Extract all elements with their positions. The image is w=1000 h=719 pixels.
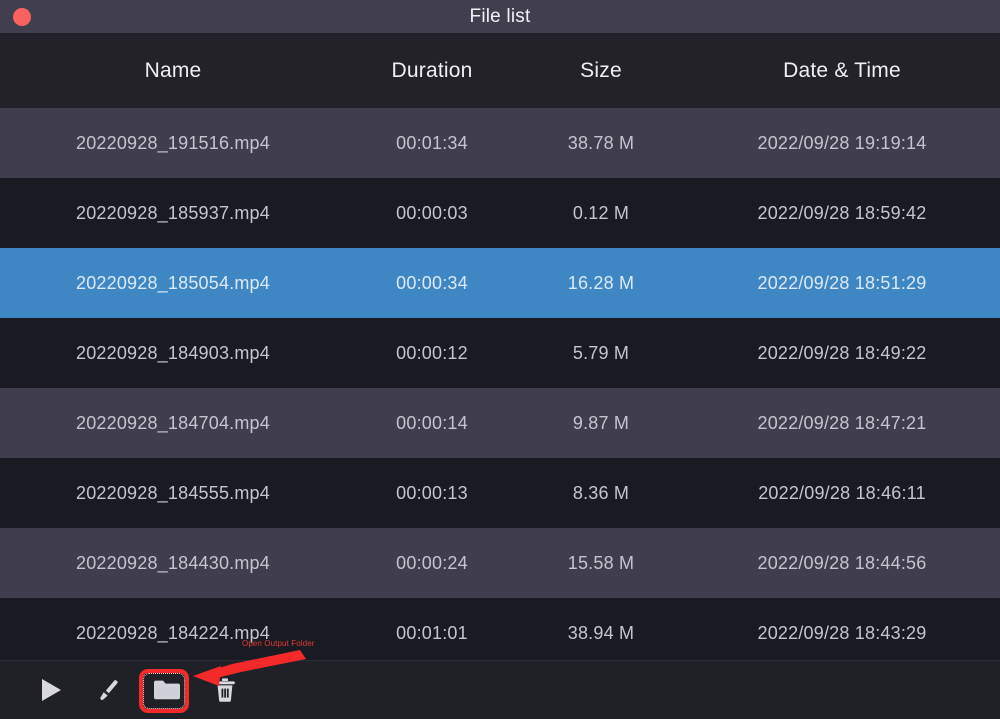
column-header-size[interactable]: Size xyxy=(518,59,684,83)
cell-size: 38.78 M xyxy=(518,133,684,154)
column-header-duration[interactable]: Duration xyxy=(346,59,518,83)
cell-name: 20220928_184704.mp4 xyxy=(0,413,346,434)
cell-date: 2022/09/28 19:19:14 xyxy=(684,133,1000,154)
cell-name: 20220928_184555.mp4 xyxy=(0,483,346,504)
table-row[interactable]: 20220928_191516.mp4 00:01:34 38.78 M 202… xyxy=(0,108,1000,178)
table-row[interactable]: 20220928_184224.mp4 00:01:01 38.94 M 202… xyxy=(0,598,1000,668)
bottom-toolbar xyxy=(0,660,1000,719)
cell-name: 20220928_185054.mp4 xyxy=(0,273,346,294)
delete-button[interactable] xyxy=(196,661,254,719)
cell-date: 2022/09/28 18:59:42 xyxy=(684,203,1000,224)
cell-size: 16.28 M xyxy=(518,273,684,294)
cell-duration: 00:00:24 xyxy=(346,553,518,574)
folder-icon xyxy=(152,677,182,703)
cell-name: 20220928_184903.mp4 xyxy=(0,343,346,364)
cell-duration: 00:00:12 xyxy=(346,343,518,364)
file-list-window: File list Name Duration Size Date & Time… xyxy=(0,0,1000,719)
close-button[interactable] xyxy=(13,8,31,26)
cell-duration: 00:01:34 xyxy=(346,133,518,154)
cell-date: 2022/09/28 18:49:22 xyxy=(684,343,1000,364)
table-row[interactable]: 20220928_184903.mp4 00:00:12 5.79 M 2022… xyxy=(0,318,1000,388)
file-table: Name Duration Size Date & Time 20220928_… xyxy=(0,33,1000,668)
table-row[interactable]: 20220928_184555.mp4 00:00:13 8.36 M 2022… xyxy=(0,458,1000,528)
table-row-selected[interactable]: 20220928_185054.mp4 00:00:34 16.28 M 202… xyxy=(0,248,1000,318)
cell-size: 9.87 M xyxy=(518,413,684,434)
brush-icon xyxy=(95,676,123,704)
play-icon xyxy=(38,676,64,704)
cell-date: 2022/09/28 18:43:29 xyxy=(684,623,1000,644)
column-header-name[interactable]: Name xyxy=(0,59,346,83)
table-row[interactable]: 20220928_184430.mp4 00:00:24 15.58 M 202… xyxy=(0,528,1000,598)
trash-icon xyxy=(212,676,238,704)
play-button[interactable] xyxy=(22,661,80,719)
table-header-row: Name Duration Size Date & Time xyxy=(0,33,1000,108)
cell-duration: 00:01:01 xyxy=(346,623,518,644)
cell-date: 2022/09/28 18:51:29 xyxy=(684,273,1000,294)
cell-size: 0.12 M xyxy=(518,203,684,224)
table-row[interactable]: 20220928_185937.mp4 00:00:03 0.12 M 2022… xyxy=(0,178,1000,248)
cell-size: 15.58 M xyxy=(518,553,684,574)
cell-name: 20220928_191516.mp4 xyxy=(0,133,346,154)
cell-date: 2022/09/28 18:46:11 xyxy=(684,483,1000,504)
cell-duration: 00:00:13 xyxy=(346,483,518,504)
cell-size: 5.79 M xyxy=(518,343,684,364)
cell-name: 20220928_185937.mp4 xyxy=(0,203,346,224)
cell-name: 20220928_184430.mp4 xyxy=(0,553,346,574)
cell-duration: 00:00:14 xyxy=(346,413,518,434)
cell-size: 8.36 M xyxy=(518,483,684,504)
annotation-caption: Open Output Folder xyxy=(242,639,315,648)
cell-date: 2022/09/28 18:47:21 xyxy=(684,413,1000,434)
open-folder-button[interactable] xyxy=(138,661,196,719)
edit-button[interactable] xyxy=(80,661,138,719)
cell-date: 2022/09/28 18:44:56 xyxy=(684,553,1000,574)
table-row[interactable]: 20220928_184704.mp4 00:00:14 9.87 M 2022… xyxy=(0,388,1000,458)
cell-duration: 00:00:34 xyxy=(346,273,518,294)
titlebar: File list xyxy=(0,0,1000,33)
cell-size: 38.94 M xyxy=(518,623,684,644)
column-header-date[interactable]: Date & Time xyxy=(684,59,1000,83)
cell-duration: 00:00:03 xyxy=(346,203,518,224)
window-title: File list xyxy=(470,7,531,26)
